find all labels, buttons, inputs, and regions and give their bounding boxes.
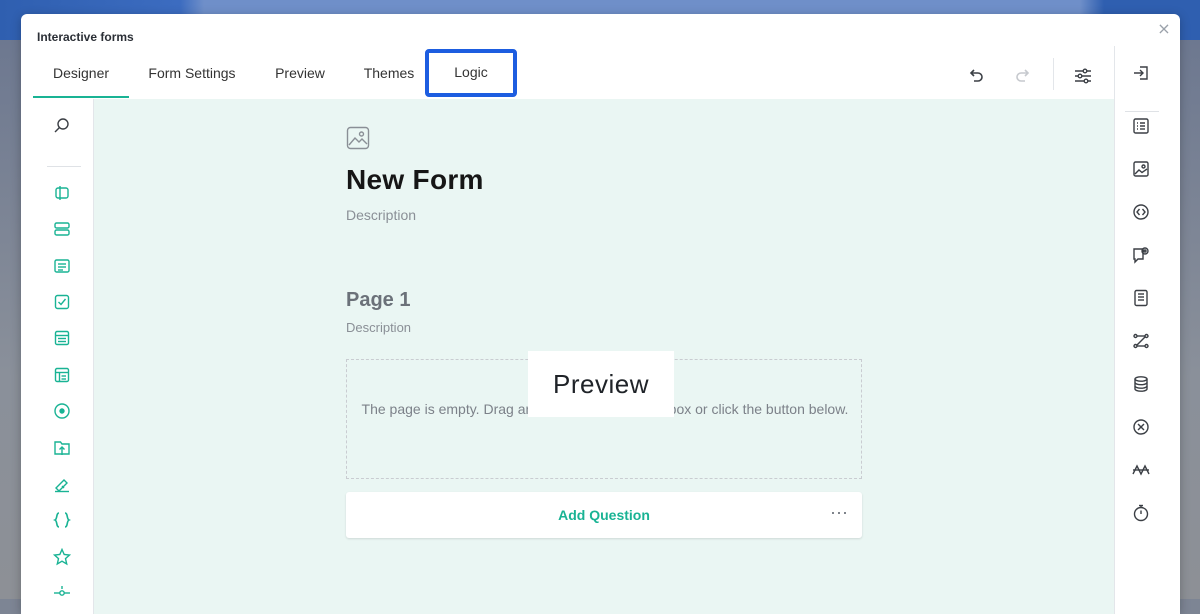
text-input-icon[interactable] (50, 181, 74, 205)
settings-sliders-icon[interactable] (1068, 61, 1098, 91)
pages-icon[interactable] (1129, 286, 1153, 310)
image-placeholder-icon[interactable] (346, 126, 372, 152)
more-options-icon[interactable]: ··· (824, 503, 854, 525)
search-icon[interactable] (50, 114, 74, 138)
right-toolbar-divider (1125, 111, 1159, 112)
tab-designer[interactable]: Designer (33, 58, 129, 98)
right-toolbar (1115, 58, 1180, 614)
timer-icon[interactable] (1129, 501, 1153, 525)
page-title[interactable]: Page 1 (346, 289, 410, 312)
radiogroup-icon[interactable] (50, 399, 74, 423)
general-icon[interactable] (1129, 114, 1153, 138)
rating-icon[interactable] (50, 545, 74, 569)
logic-icon[interactable] (1129, 329, 1153, 353)
dialog-title: Interactive forms (37, 30, 134, 44)
comment-icon[interactable] (50, 254, 74, 278)
page-description[interactable]: Description (346, 320, 411, 335)
tab-logic-label: Logic (454, 64, 488, 80)
tab-logic[interactable]: Logic (425, 49, 517, 97)
matrix-dropdown-icon[interactable] (50, 363, 74, 387)
navigation-icon[interactable] (1129, 200, 1153, 224)
form-title[interactable]: New Form (346, 164, 484, 196)
expression-icon[interactable] (50, 508, 74, 532)
logo-image-icon[interactable] (1129, 157, 1153, 181)
file-upload-icon[interactable] (50, 436, 74, 460)
add-question-button[interactable]: Add Question (346, 492, 862, 538)
checkbox-icon[interactable] (50, 290, 74, 314)
left-toolbox (21, 99, 94, 614)
close-icon[interactable]: × (1155, 20, 1173, 38)
undo-icon[interactable] (961, 61, 991, 91)
toolbar-divider (1053, 58, 1054, 90)
tab-bar: Designer Form Settings Preview Themes (21, 58, 1114, 100)
validation-icon[interactable] (1129, 415, 1153, 439)
matrix-icon[interactable] (50, 326, 74, 350)
designer-canvas: New Form Description Page 1 Description … (94, 99, 1114, 614)
tab-preview[interactable]: Preview (263, 58, 337, 98)
toolbox-divider (47, 166, 81, 167)
form-description[interactable]: Description (346, 207, 416, 223)
slider-icon[interactable] (50, 581, 74, 605)
conditions-icon[interactable] (1129, 458, 1153, 482)
redo-icon[interactable] (1008, 61, 1038, 91)
question-settings-icon[interactable] (1129, 243, 1153, 267)
preview-overlay-label: Preview (528, 351, 674, 417)
add-question-bar: Add Question ··· (346, 492, 862, 538)
signature-icon[interactable] (50, 472, 74, 496)
interactive-forms-dialog: Interactive forms × Designer Form Settin… (21, 14, 1180, 614)
data-icon[interactable] (1129, 372, 1153, 396)
tab-themes[interactable]: Themes (351, 58, 427, 98)
collapse-panel-icon[interactable] (1129, 61, 1153, 85)
multiple-text-icon[interactable] (50, 217, 74, 241)
tab-form-settings[interactable]: Form Settings (137, 58, 247, 98)
